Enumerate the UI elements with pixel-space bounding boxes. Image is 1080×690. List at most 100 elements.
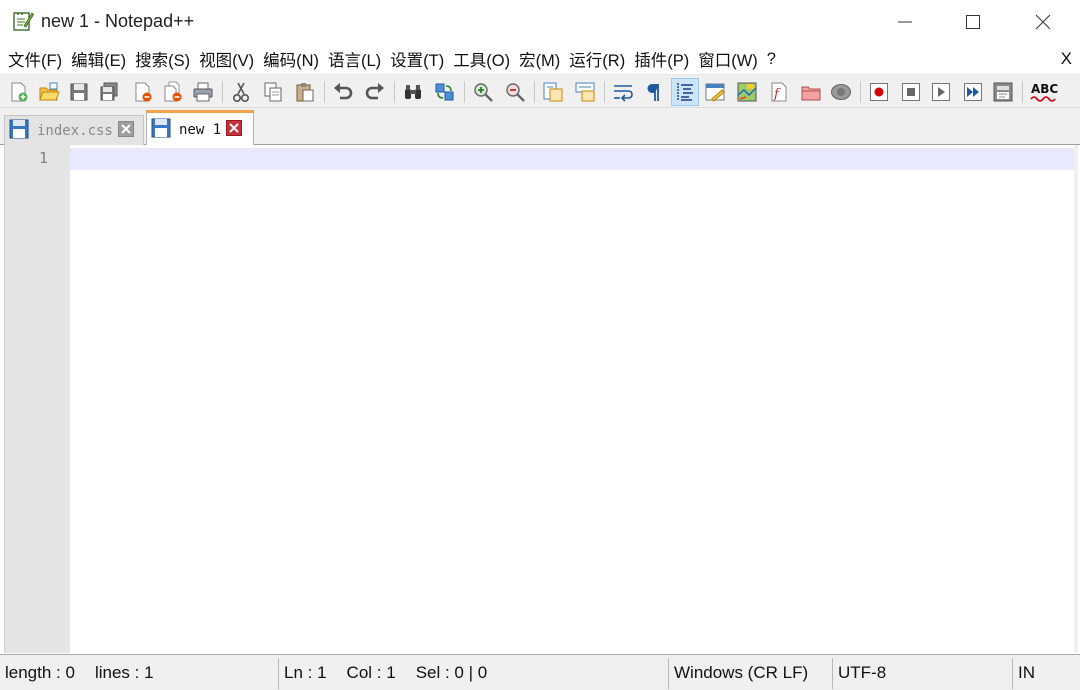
new-file-icon bbox=[11, 82, 28, 102]
paste-button[interactable] bbox=[292, 79, 318, 105]
zoom-in-button[interactable] bbox=[470, 79, 496, 105]
menu-macro[interactable]: 宏(M) bbox=[515, 47, 564, 71]
indent-guide-icon bbox=[677, 83, 693, 101]
function-list-button[interactable]: f bbox=[766, 79, 792, 105]
zoom-out-icon bbox=[506, 83, 525, 102]
status-document-size: length : 0 lines : 1 bbox=[5, 655, 154, 690]
stop-recording-button[interactable] bbox=[898, 79, 924, 105]
stop-icon bbox=[902, 83, 920, 101]
tab-new-1[interactable]: new 1 bbox=[146, 110, 254, 146]
save-macro-icon bbox=[993, 82, 1013, 102]
scissors-icon bbox=[232, 82, 250, 103]
print-button[interactable] bbox=[190, 79, 216, 105]
saved-file-icon bbox=[151, 118, 171, 142]
play-icon bbox=[932, 83, 950, 101]
save-macro-button[interactable] bbox=[990, 79, 1016, 105]
new-file-button[interactable] bbox=[6, 79, 32, 105]
close-all-icon bbox=[164, 81, 182, 102]
find-button[interactable] bbox=[400, 79, 426, 105]
open-file-button[interactable] bbox=[36, 79, 62, 105]
tab-close-icon[interactable] bbox=[117, 120, 134, 141]
folder-as-workspace-button[interactable] bbox=[798, 79, 824, 105]
copy-icon bbox=[264, 82, 282, 102]
monitoring-button[interactable] bbox=[828, 79, 854, 105]
redo-button[interactable] bbox=[362, 79, 388, 105]
menu-window[interactable]: 窗口(W) bbox=[694, 47, 762, 71]
menu-edit[interactable]: 编辑(E) bbox=[67, 47, 130, 71]
start-recording-button[interactable] bbox=[866, 79, 892, 105]
fast-forward-icon bbox=[964, 83, 982, 101]
status-lines: lines : 1 bbox=[94, 663, 154, 682]
printer-icon bbox=[193, 82, 213, 102]
word-wrap-icon bbox=[614, 85, 633, 102]
status-eol[interactable]: Windows (CR LF) bbox=[674, 655, 808, 690]
indent-guide-button[interactable] bbox=[671, 78, 699, 106]
sync-horizontal-icon bbox=[575, 82, 595, 102]
menu-search[interactable]: 搜索(S) bbox=[131, 47, 194, 71]
word-wrap-button[interactable] bbox=[610, 79, 636, 105]
binoculars-icon bbox=[405, 85, 421, 99]
menu-view[interactable]: 视图(V) bbox=[195, 47, 258, 71]
current-line-highlight bbox=[70, 148, 1075, 170]
maximize-icon bbox=[966, 15, 980, 29]
line-number: 1 bbox=[38, 149, 48, 167]
zoom-out-button[interactable] bbox=[502, 79, 528, 105]
copy-button[interactable] bbox=[260, 79, 286, 105]
tab-label: new 1 bbox=[179, 121, 222, 138]
close-all-button[interactable] bbox=[160, 79, 186, 105]
tab-label: index.css bbox=[37, 122, 113, 139]
tab-bar: index.css new 1 bbox=[0, 108, 1080, 146]
minimize-button[interactable] bbox=[870, 0, 940, 44]
save-all-button[interactable] bbox=[96, 79, 122, 105]
show-all-characters-button[interactable] bbox=[640, 79, 666, 105]
folder-icon bbox=[801, 86, 821, 101]
menu-encoding[interactable]: 编码(N) bbox=[259, 47, 323, 71]
status-encoding[interactable]: UTF-8 bbox=[838, 655, 886, 690]
close-window-button[interactable] bbox=[1008, 0, 1078, 44]
menu-file[interactable]: 文件(F) bbox=[4, 47, 66, 71]
pilcrow-icon bbox=[647, 84, 659, 101]
spell-check-button[interactable]: ABC bbox=[1028, 79, 1060, 105]
status-length: length : 0 bbox=[5, 663, 75, 682]
menu-help[interactable]: ? bbox=[763, 50, 780, 69]
close-button[interactable] bbox=[130, 79, 156, 105]
menu-tools[interactable]: 工具(O) bbox=[449, 47, 514, 71]
save-all-icon bbox=[100, 82, 118, 101]
menu-plugins[interactable]: 插件(P) bbox=[630, 47, 693, 71]
cut-button[interactable] bbox=[228, 79, 254, 105]
tab-index-css[interactable]: index.css bbox=[4, 115, 144, 145]
zoom-in-icon bbox=[474, 83, 493, 102]
redo-icon bbox=[365, 83, 384, 100]
sync-horizontal-scroll-button[interactable] bbox=[572, 79, 598, 105]
close-icon bbox=[1035, 14, 1051, 30]
toolbar: f ABC bbox=[0, 74, 1080, 108]
record-icon bbox=[870, 83, 888, 101]
minimize-icon bbox=[898, 21, 912, 23]
notepad-plus-plus-icon bbox=[12, 10, 35, 32]
menu-run[interactable]: 运行(R) bbox=[565, 47, 629, 71]
spell-check-label: ABC bbox=[1031, 82, 1058, 96]
save-icon bbox=[70, 83, 88, 101]
status-insert-mode: IN bbox=[1018, 663, 1035, 682]
undo-button[interactable] bbox=[330, 79, 356, 105]
replace-button[interactable] bbox=[432, 79, 458, 105]
playback-button[interactable] bbox=[928, 79, 954, 105]
maximize-button[interactable] bbox=[938, 0, 1008, 44]
close-file-icon bbox=[135, 82, 152, 102]
user-defined-language-button[interactable] bbox=[702, 79, 728, 105]
spell-check-icon: ABC bbox=[1030, 82, 1058, 102]
save-button[interactable] bbox=[66, 79, 92, 105]
editor-area[interactable]: 1 bbox=[4, 145, 1078, 653]
document-map-button[interactable] bbox=[734, 79, 760, 105]
menu-language[interactable]: 语言(L) bbox=[324, 47, 385, 71]
undo-icon bbox=[334, 83, 353, 100]
title-bar: new 1 - Notepad++ bbox=[0, 0, 1080, 44]
menu-settings[interactable]: 设置(T) bbox=[386, 47, 448, 71]
status-ln: Ln : 1 bbox=[284, 663, 327, 682]
replace-icon bbox=[435, 83, 454, 101]
tab-close-icon[interactable] bbox=[226, 119, 243, 140]
function-list-icon: f bbox=[771, 82, 787, 102]
run-macro-multiple-button[interactable] bbox=[960, 79, 986, 105]
close-document-button[interactable]: X bbox=[1061, 49, 1072, 69]
sync-vertical-scroll-button[interactable] bbox=[540, 79, 566, 105]
